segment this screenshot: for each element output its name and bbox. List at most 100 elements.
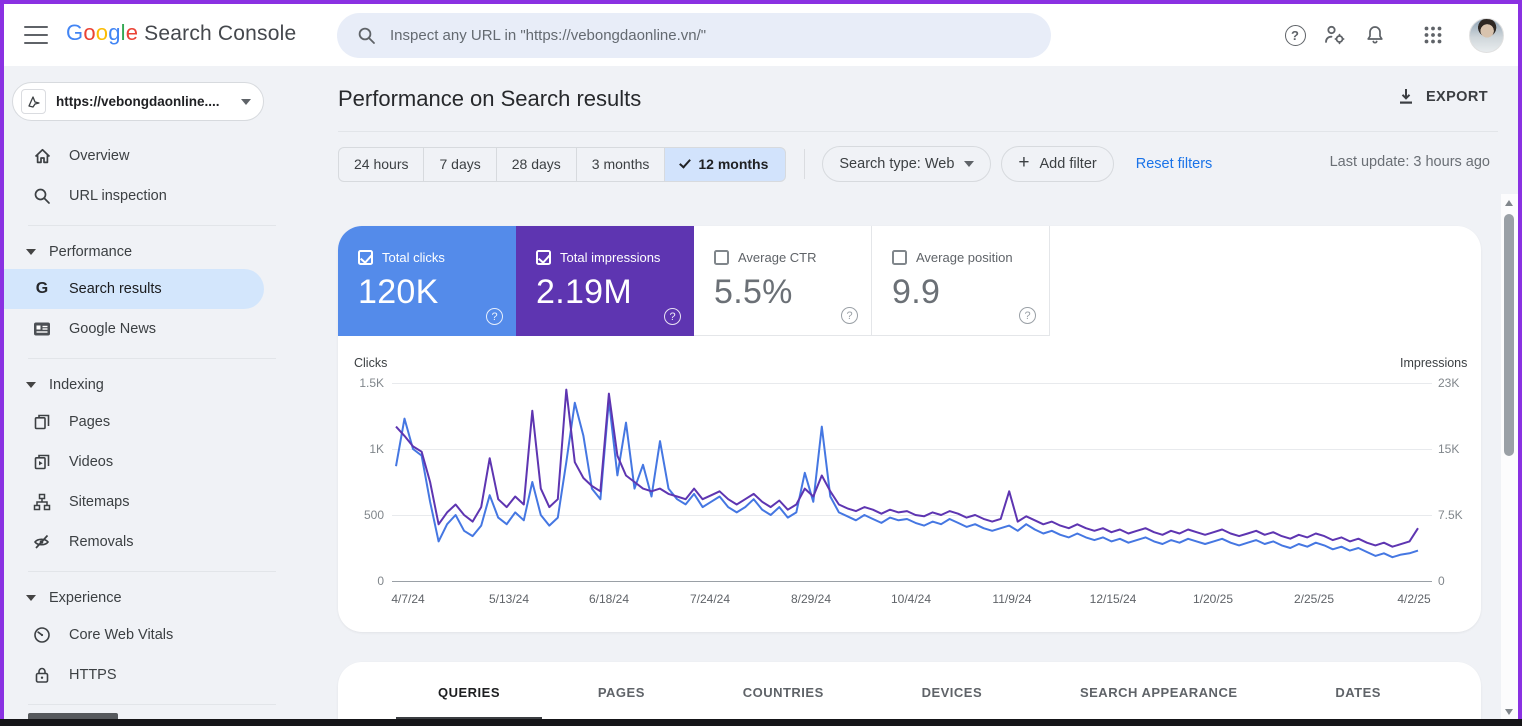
y-axis-left-title: Clicks	[354, 356, 388, 370]
page-title: Performance on Search results	[338, 86, 642, 111]
tab-search-appearance[interactable]: SEARCH APPEARANCE	[1038, 662, 1280, 722]
metric-total-impressions[interactable]: Total impressions 2.19M ?	[516, 226, 694, 336]
sidebar-item-label: URL inspection	[69, 188, 167, 204]
metric-average-position[interactable]: Average position 9.9 ?	[872, 226, 1050, 336]
help-icon[interactable]: ?	[1019, 307, 1036, 324]
app-logo[interactable]: Google Search Console	[66, 20, 296, 46]
sidebar-item-label: Search results	[69, 281, 162, 297]
sidebar-item-label: Videos	[69, 454, 114, 470]
reset-filters-link[interactable]: Reset filters	[1136, 156, 1213, 172]
divider	[804, 149, 806, 179]
apps-grid-button[interactable]	[1413, 15, 1453, 55]
checkbox-unchecked-icon[interactable]	[892, 250, 907, 265]
search-type-filter[interactable]: Search type: Web	[822, 146, 992, 182]
apps-grid-icon	[1424, 26, 1442, 44]
range-3-months[interactable]: 3 months	[575, 146, 666, 182]
product-name: Search Console	[144, 22, 297, 45]
property-url: https://vebongdaonline....	[56, 94, 220, 109]
x-tick: 6/18/24	[588, 592, 630, 606]
metric-average-ctr[interactable]: Average CTR 5.5% ?	[694, 226, 872, 336]
x-tick: 4/7/24	[391, 592, 425, 606]
scroll-up-icon[interactable]	[1505, 200, 1513, 206]
chevron-down-icon	[241, 98, 251, 105]
checkbox-unchecked-icon[interactable]	[714, 250, 729, 265]
y-tick: 23K	[1438, 376, 1460, 390]
performance-chart[interactable]: Clicks Impressions 1.5K 1K 500 0 23K 15K…	[338, 354, 1481, 614]
x-tick: 11/9/24	[992, 592, 1032, 606]
tab-pages[interactable]: PAGES	[556, 662, 687, 722]
sitemaps-icon	[32, 493, 52, 511]
window-bottom-edge	[0, 719, 1522, 726]
sidebar-section-indexing[interactable]: Indexing	[4, 368, 300, 402]
sidebar-item-videos[interactable]: Videos	[4, 442, 300, 482]
sidebar-item-google-news[interactable]: Google News	[4, 309, 300, 349]
main-content: Performance on Search results EXPORT 24 …	[300, 66, 1518, 726]
tab-dates[interactable]: DATES	[1293, 662, 1423, 722]
x-tick: 1/20/25	[1192, 592, 1234, 606]
y-tick: 7.5K	[1438, 508, 1463, 522]
menu-icon[interactable]	[24, 26, 48, 44]
download-icon	[1399, 89, 1412, 104]
y-tick: 15K	[1438, 442, 1460, 456]
scrollbar-thumb[interactable]	[1504, 214, 1514, 456]
export-button[interactable]: EXPORT	[1398, 88, 1488, 105]
sidebar: https://vebongdaonline.... Overview URL …	[4, 66, 300, 719]
bell-icon	[1367, 26, 1383, 44]
sidebar-item-https[interactable]: HTTPS	[4, 655, 300, 695]
notifications-button[interactable]	[1355, 15, 1395, 55]
check-icon	[679, 155, 692, 169]
range-12-months[interactable]: 12 months	[664, 146, 787, 182]
sidebar-item-pages[interactable]: Pages	[4, 402, 300, 442]
help-icon[interactable]: ?	[486, 308, 503, 325]
y-tick: 1.5K	[359, 376, 384, 390]
videos-icon	[32, 453, 52, 471]
avatar[interactable]	[1469, 17, 1504, 53]
plus-icon: +	[1018, 152, 1030, 173]
help-icon[interactable]: ?	[664, 308, 681, 325]
sidebar-item-removals[interactable]: Removals	[4, 522, 300, 562]
divider	[28, 225, 276, 226]
sidebar-section-performance[interactable]: Performance	[4, 235, 300, 269]
scroll-down-icon[interactable]	[1505, 709, 1513, 715]
google-news-icon	[32, 321, 52, 337]
checkbox-checked-icon[interactable]	[536, 250, 551, 265]
vertical-scrollbar[interactable]	[1501, 194, 1518, 719]
sidebar-item-label: Google News	[69, 321, 157, 337]
checkbox-checked-icon[interactable]	[358, 250, 373, 265]
series-total-clicks	[395, 399, 1419, 559]
user-settings-button[interactable]	[1315, 15, 1355, 55]
range-24-hours[interactable]: 24 hours	[338, 146, 425, 182]
sidebar-item-core-web-vitals[interactable]: Core Web Vitals	[4, 615, 300, 655]
help-button[interactable]: ?	[1275, 15, 1315, 55]
tab-queries[interactable]: QUERIES	[396, 662, 543, 722]
range-28-days[interactable]: 28 days	[495, 146, 577, 182]
tab-countries[interactable]: COUNTRIES	[701, 662, 866, 722]
add-filter-button[interactable]: + Add filter	[1001, 146, 1114, 182]
sidebar-section-experience[interactable]: Experience	[4, 581, 300, 615]
gauge-icon	[32, 626, 52, 644]
property-selector[interactable]: https://vebongdaonline....	[12, 82, 264, 121]
sidebar-item-label: HTTPS	[69, 667, 117, 683]
sidebar-item-label: Sitemaps	[69, 494, 130, 510]
sidebar-item-label: Overview	[69, 148, 130, 164]
divider	[28, 358, 276, 359]
url-inspect-search[interactable]	[337, 13, 1051, 58]
sidebar-item-url-inspection[interactable]: URL inspection	[4, 176, 300, 216]
user-gear-icon	[1325, 25, 1345, 45]
search-input[interactable]	[390, 27, 990, 44]
section-label: Experience	[49, 590, 122, 606]
sidebar-item-sitemaps[interactable]: Sitemaps	[4, 482, 300, 522]
sidebar-item-search-results[interactable]: G Search results	[4, 269, 264, 309]
metric-value: 2.19M	[536, 273, 632, 311]
tab-devices[interactable]: DEVICES	[880, 662, 1025, 722]
help-icon[interactable]: ?	[841, 307, 858, 324]
property-type-icon	[21, 89, 46, 114]
x-tick: 7/24/24	[689, 592, 731, 606]
details-table-card: QUERIES PAGES COUNTRIES DEVICES SEARCH A…	[338, 662, 1481, 726]
metric-total-clicks[interactable]: Total clicks 120K ?	[338, 226, 516, 336]
date-range-segmented: 24 hours 7 days 28 days 3 months 12 mont…	[338, 146, 787, 182]
sidebar-item-label: Core Web Vitals	[69, 627, 174, 643]
sidebar-item-overview[interactable]: Overview	[4, 136, 300, 176]
range-7-days[interactable]: 7 days	[423, 146, 497, 182]
y-tick: 500	[363, 508, 384, 522]
